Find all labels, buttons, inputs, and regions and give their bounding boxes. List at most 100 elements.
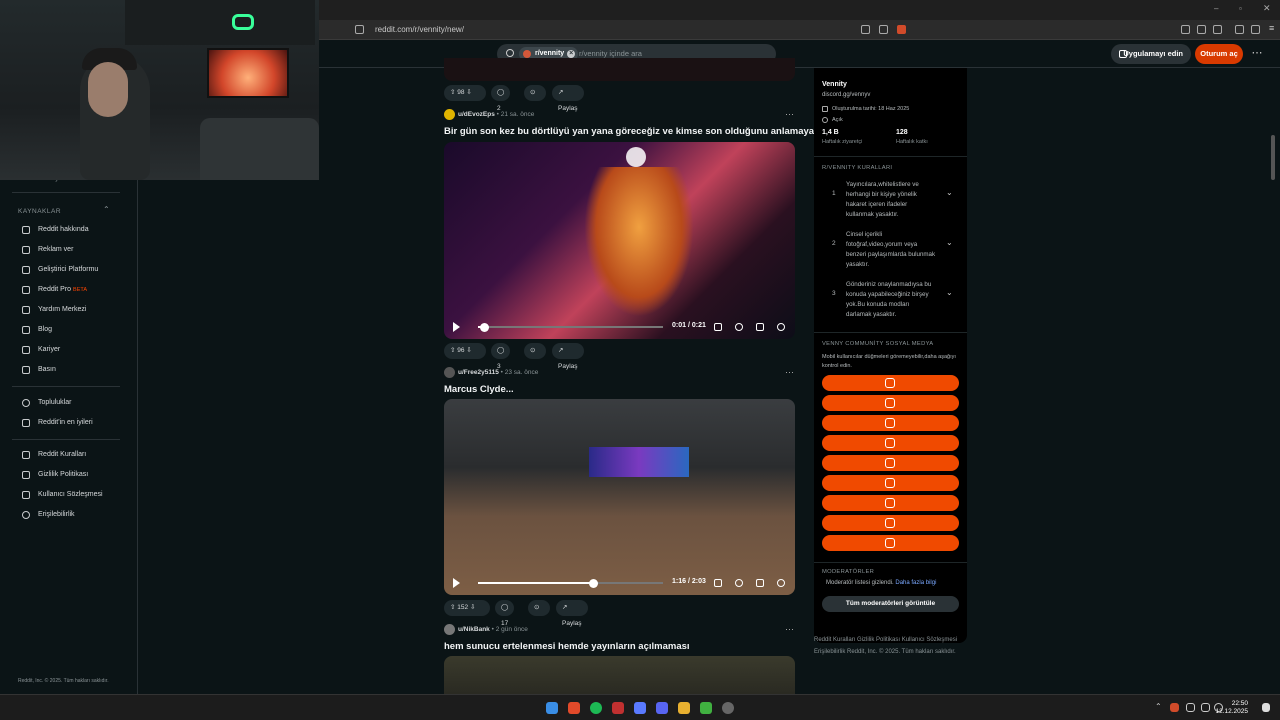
comments-button[interactable]: ◯ 17 [495,600,515,627]
sidebar-item-communities[interactable]: Topluluklar [22,396,71,410]
vote-group[interactable]: ⇧ 152 ⇩ [444,600,490,616]
sidebar-item-advertise[interactable]: Reklam ver [22,243,73,257]
chevron-down-icon[interactable]: ⌄ [946,288,953,297]
play-icon[interactable] [453,322,460,332]
tray-app-icon[interactable] [1186,703,1195,712]
upvote-icon[interactable]: ⇧ [450,89,455,96]
sidebar-item-help[interactable]: Yardım Merkezi [22,303,87,317]
post-video[interactable]: 1:16 / 2:03 [444,399,795,595]
award-button[interactable]: ⊙ [524,85,546,101]
volume-icon[interactable] [777,323,785,331]
vote-group[interactable]: ⇧ 98 ⇩ [444,85,486,101]
rule-item[interactable]: 3 Gönderiniz onaylanmadıysa bu konuda yap… [822,280,962,320]
post-title[interactable]: Bir gün son kez bu dörtlüyü yan yana gör… [444,126,830,137]
social-button[interactable] [822,515,959,531]
login-button[interactable]: Oturum aç [1195,44,1243,64]
notification-icon[interactable] [1262,703,1270,712]
footer-links-2[interactable]: Erişilebilirlik Reddit, Inc. © 2025. Tüm… [814,649,956,655]
comments-button[interactable]: ◯ 2 [491,85,511,112]
media-icon[interactable] [1235,25,1244,34]
captions-icon[interactable] [714,323,722,331]
post-author[interactable]: u/Free2y5115 [458,369,499,376]
app-icon[interactable] [700,702,712,714]
fullscreen-icon[interactable] [756,579,764,587]
share-icon[interactable] [879,25,888,34]
downvote-icon[interactable]: ⇩ [466,89,471,96]
captions-icon[interactable] [714,579,722,587]
post-options-icon[interactable]: ⋯ [785,367,794,378]
sidebar-item-careers[interactable]: Kariyer [22,343,60,357]
clock[interactable]: 22:50 12.12.2025 [1215,700,1248,716]
sidebar-toggle-icon[interactable] [1251,25,1260,34]
settings-icon[interactable] [735,579,743,587]
brave-icon[interactable] [568,702,580,714]
browser-menu-icon[interactable]: ≡ [1269,23,1274,33]
post-options-icon[interactable]: ⋯ [785,109,794,120]
social-button[interactable] [822,415,959,431]
post-title[interactable]: Marcus Clyde... [444,384,514,395]
tray-app-icon[interactable] [1170,703,1179,712]
chevron-down-icon[interactable]: ⌄ [946,188,953,197]
rule-item[interactable]: 1 Yayıncılara,whitelistlere ve herhangi b… [822,180,962,220]
footer-links-1[interactable]: Reddit Kuralları Gizlilik Politikası Kul… [814,637,957,643]
comments-button[interactable]: ◯ 3 [491,343,511,370]
settings-icon[interactable] [735,323,743,331]
chip-close-icon[interactable]: × [567,50,576,58]
share-button[interactable]: ↗ Paylaş [556,600,588,627]
vote-group[interactable]: ⇧ 96 ⇩ [444,343,486,359]
tray-chevron-icon[interactable]: ⌃ [1155,702,1162,711]
url-text[interactable]: reddit.com/r/vennity/new/ [375,25,464,34]
sidebar-item-best-of[interactable]: Reddit'in en iyileri [22,416,93,430]
social-button[interactable] [822,435,959,451]
post-title[interactable]: hem sunucu ertelenmesi hemde yayınların … [444,641,690,652]
chevron-down-icon[interactable]: ⌄ [946,238,953,247]
extension-icon[interactable] [1181,25,1190,34]
award-button[interactable]: ⊙ [528,600,550,616]
sidebar-item-user-agreement[interactable]: Kullanıcı Sözleşmesi [22,488,103,502]
social-button[interactable] [822,395,959,411]
volume-icon[interactable] [777,579,785,587]
sidebar-item-developer[interactable]: Geliştirici Platformu [22,263,98,277]
app-icon[interactable] [612,702,624,714]
downvote-icon[interactable]: ⇩ [470,604,475,611]
windows-start-icon[interactable] [546,702,558,714]
award-button[interactable]: ⊙ [524,343,546,359]
more-options-icon[interactable]: ⋯ [1250,44,1264,64]
post-media-partial[interactable] [444,58,795,81]
close-icon[interactable]: ✕ [1263,3,1271,14]
social-button[interactable] [822,375,959,391]
social-button[interactable] [822,475,959,491]
puzzle-icon[interactable] [1197,25,1206,34]
video-progress[interactable] [478,579,663,588]
sidebar-item-about[interactable]: Reddit hakkında [22,223,89,237]
sidebar-item-privacy[interactable]: Gizlilik Politikası [22,468,88,482]
social-button[interactable] [822,495,959,511]
get-app-button[interactable]: Uygulamayı edin [1111,44,1191,64]
minimize-icon[interactable]: – [1214,4,1218,13]
community-link[interactable]: discord.gg/vennyv [822,90,870,100]
sidebar-item-accessibility[interactable]: Erişilebilirlik [22,508,75,522]
wallet-icon[interactable] [1213,25,1222,34]
video-progress[interactable] [478,323,663,332]
upvote-icon[interactable]: ⇧ [450,604,455,611]
post-options-icon[interactable]: ⋯ [785,624,794,635]
post-video[interactable]: 0:01 / 0:21 [444,142,795,339]
view-all-moderators-button[interactable]: Tüm moderatörleri görüntüle [822,596,959,612]
post-author[interactable]: u/NikBank [458,626,490,633]
social-button[interactable] [822,535,959,551]
rule-item[interactable]: 2 Cinsel içerikli fotoğraf,video,yorum ve… [822,230,962,270]
post-media-partial[interactable] [444,656,795,694]
play-icon[interactable] [453,578,460,588]
sidebar-item-reddit-pro[interactable]: Reddit Pro BETA [22,283,87,297]
sidebar-item-press[interactable]: Basın [22,363,56,377]
network-icon[interactable] [1201,703,1210,712]
sidebar-item-blog[interactable]: Blog [22,323,52,337]
app-icon[interactable] [634,702,646,714]
maximize-icon[interactable]: ▫ [1239,4,1242,13]
folder-icon[interactable] [678,702,690,714]
scrollbar[interactable] [1271,135,1275,180]
downvote-icon[interactable]: ⇩ [466,347,471,354]
brave-shield-icon[interactable] [897,25,906,34]
bookmark-icon[interactable] [355,25,364,34]
obs-icon[interactable] [722,702,734,714]
